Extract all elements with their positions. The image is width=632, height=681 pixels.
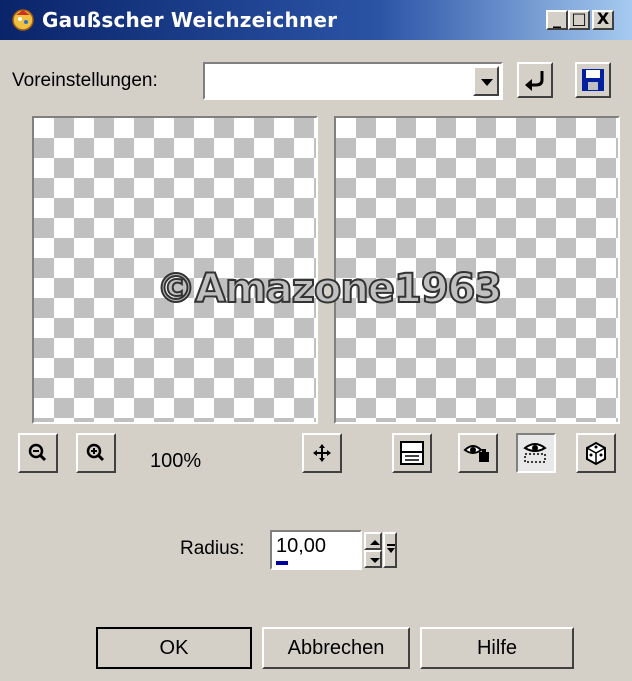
reset-button[interactable] xyxy=(517,62,553,98)
randomize-button[interactable] xyxy=(576,433,616,473)
floppy-disk-icon xyxy=(582,69,604,91)
gaussian-blur-dialog: Gaußscher Weichzeichner _ □ X Voreinstel… xyxy=(0,0,632,681)
window-title: Gaußscher Weichzeichner xyxy=(42,8,338,32)
presets-dropdown[interactable] xyxy=(203,62,503,100)
layout-toggle-button[interactable] xyxy=(392,433,432,473)
title-bar[interactable]: Gaußscher Weichzeichner _ □ X xyxy=(0,0,632,40)
after-view-button[interactable] xyxy=(516,433,556,473)
layout-toggle-icon xyxy=(400,441,424,465)
zoom-level: 100% xyxy=(150,450,202,472)
pan-button[interactable] xyxy=(302,433,342,473)
presets-label: Voreinstellungen: xyxy=(12,70,158,91)
maximize-button[interactable]: □ xyxy=(568,10,590,30)
app-icon xyxy=(12,9,34,31)
zoom-in-icon xyxy=(86,443,105,462)
zoom-in-button[interactable] xyxy=(76,433,116,473)
zoom-out-icon xyxy=(28,443,47,462)
eye-before-icon xyxy=(463,445,489,462)
spin-down-icon[interactable] xyxy=(364,550,382,568)
cancel-button[interactable]: Abbrechen xyxy=(262,627,410,669)
chevron-down-icon[interactable] xyxy=(473,66,499,96)
radius-label: Radius: xyxy=(180,538,245,559)
spin-up-icon[interactable] xyxy=(364,532,382,550)
reset-arrow-icon xyxy=(525,71,544,91)
ok-button[interactable]: OK xyxy=(96,627,252,669)
move-icon xyxy=(313,444,331,462)
watermark-text: ©Amazone1963 xyxy=(155,265,503,313)
close-button[interactable]: X xyxy=(592,10,614,30)
eye-after-icon xyxy=(523,443,547,463)
radius-input[interactable]: 10,00 xyxy=(270,530,362,570)
dice-icon xyxy=(586,441,606,466)
radius-slider-bar[interactable] xyxy=(276,561,288,565)
minimize-button[interactable]: _ xyxy=(546,10,568,30)
radius-spinner[interactable] xyxy=(364,532,382,568)
zoom-out-button[interactable] xyxy=(18,433,58,473)
before-view-button[interactable] xyxy=(458,433,498,473)
radius-slider-dropdown-icon[interactable] xyxy=(383,532,397,568)
help-button[interactable]: Hilfe xyxy=(420,627,574,669)
save-preset-button[interactable] xyxy=(575,62,611,98)
radius-value: 10,00 xyxy=(276,535,327,557)
